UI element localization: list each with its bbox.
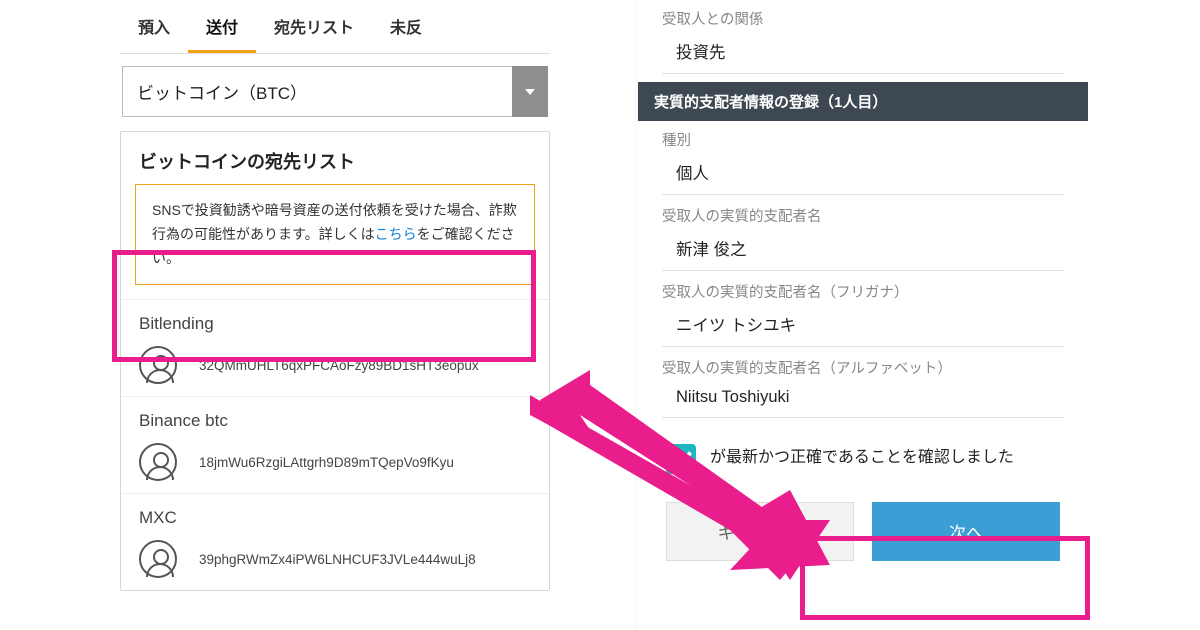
field-label: 受取人との関係 [662,8,1064,29]
field-controller-name: 受取人の実質的支配者名 新津 俊之 [638,197,1088,273]
send-panel: 預入 送付 宛先リスト 未反 ビットコイン（BTC） ビットコインの宛先リスト … [120,0,550,591]
field-controller-kana: 受取人の実質的支配者名（フリガナ） ニイツ トシユキ [638,273,1088,349]
tab-bar: 預入 送付 宛先リスト 未反 [120,0,550,54]
confirm-checkbox[interactable] [666,444,696,474]
address-value: 39phgRWmZx4iPW6LNHCUF3JVLe444wuLj8 [199,552,476,567]
field-controller-alphabet: 受取人の実質的支配者名（アルファベット） Niitsu Toshiyuki [638,349,1088,420]
person-icon [139,346,177,384]
field-label: 受取人の実質的支配者名（フリガナ） [662,281,1064,302]
field-label: 種別 [662,129,1064,150]
field-label: 受取人の実質的支配者名 [662,205,1064,226]
address-item[interactable]: Binance btc 18jmWu6RzgiLAttgrh9D89mTQepV… [121,396,549,493]
address-name: Bitlending [139,314,531,334]
currency-select[interactable]: ビットコイン（BTC） [122,66,548,117]
field-value: ニイツ トシユキ [662,308,1064,347]
section-header: 実質的支配者情報の登録（1人目） [638,82,1088,121]
button-row: キャンセル 次へ [638,482,1088,561]
address-item[interactable]: MXC 39phgRWmZx4iPW6LNHCUF3JVLe444wuLj8 [121,493,549,590]
address-name: MXC [139,508,531,528]
currency-select-button[interactable] [512,66,548,117]
address-value: 32QMmUHLT6qxPFCAoFzy89BD1sHT3eopux [199,358,479,373]
tab-deposit[interactable]: 預入 [120,0,188,53]
address-list-card: ビットコインの宛先リスト SNSで投資勧誘や暗号資産の送付依頼を受けた場合、詐欺… [120,131,550,591]
tab-unreflected[interactable]: 未反 [372,0,440,53]
address-item[interactable]: Bitlending 32QMmUHLT6qxPFCAoFzy89BD1sHT3… [121,299,549,396]
chevron-down-icon [525,89,535,95]
field-value: Niitsu Toshiyuki [662,384,1064,418]
field-value: 新津 俊之 [662,232,1064,271]
person-icon [139,443,177,481]
field-type: 種別 個人 [638,121,1088,197]
alert-link[interactable]: こちら [375,226,417,242]
address-name: Binance btc [139,411,531,431]
field-relationship: 受取人との関係 投資先 [638,0,1088,76]
tab-send[interactable]: 送付 [188,0,256,53]
person-icon [139,540,177,578]
field-label: 受取人の実質的支配者名（アルファベット） [662,357,1064,378]
address-value: 18jmWu6RzgiLAttgrh9D89mTQepVo9fKyu [199,455,454,470]
card-title: ビットコインの宛先リスト [121,132,549,184]
next-button[interactable]: 次へ [872,502,1060,561]
confirm-row: が最新かつ正確であることを確認しました [638,420,1088,482]
currency-select-value: ビットコイン（BTC） [122,66,512,117]
scam-warning-alert: SNSで投資勧誘や暗号資産の送付依頼を受けた場合、詐欺行為の可能性があります。詳… [135,184,535,285]
cancel-button[interactable]: キャンセル [666,502,854,561]
field-value: 個人 [662,156,1064,195]
field-value: 投資先 [662,35,1064,74]
recipient-info-panel: 受取人との関係 投資先 実質的支配者情報の登録（1人目） 種別 個人 受取人の実… [638,0,1088,630]
confirm-text: が最新かつ正確であることを確認しました [710,444,1014,471]
tab-address-list[interactable]: 宛先リスト [256,0,372,53]
